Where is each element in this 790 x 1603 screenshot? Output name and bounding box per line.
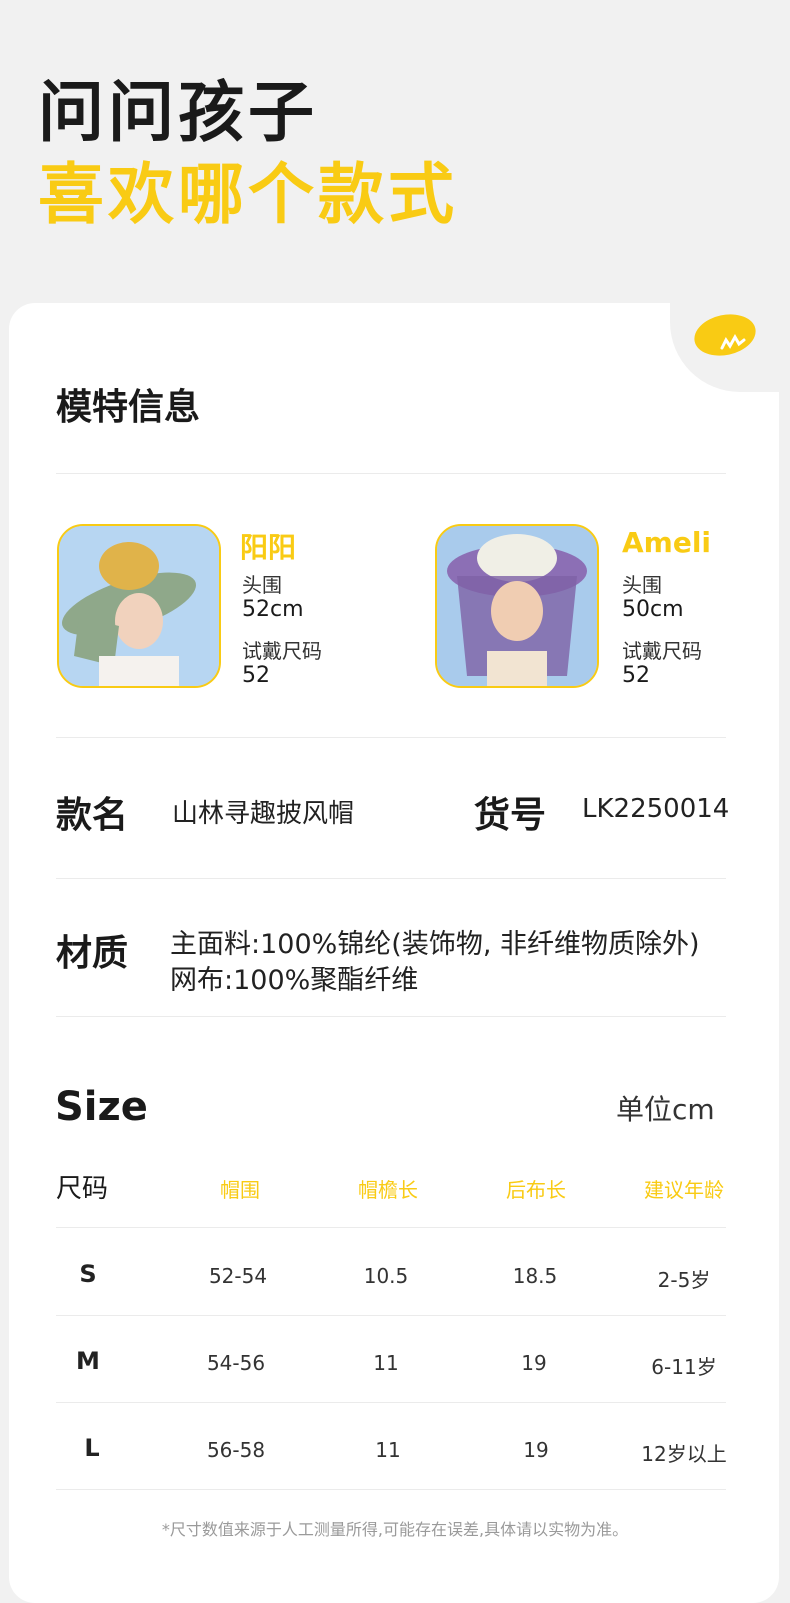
divider	[56, 878, 726, 879]
divider	[56, 1315, 726, 1316]
row-brim: 10.5	[363, 1264, 409, 1288]
row-circumference: 52-54	[208, 1264, 268, 1288]
row-back-cloth: 19	[521, 1351, 547, 1375]
model-size-label-2: 试戴尺码	[622, 639, 702, 663]
model-photo-boy	[57, 524, 221, 688]
product-name-label: 款名	[56, 795, 129, 836]
row-circumference: 54-56	[206, 1351, 266, 1375]
hero-line-2: 喜欢哪个款式	[38, 156, 458, 233]
row-age: 2-5岁	[657, 1268, 711, 1292]
row-back-cloth: 18.5	[512, 1264, 558, 1288]
model-size-value-1: 52	[242, 663, 270, 688]
mascot-icon	[694, 314, 756, 356]
divider	[56, 1402, 726, 1403]
product-name-value: 山林寻趣披风帽	[172, 799, 355, 829]
row-size: M	[76, 1347, 100, 1375]
table-header-age: 建议年龄	[644, 1178, 724, 1202]
size-title: Size	[55, 1084, 148, 1130]
model-size-label-1: 试戴尺码	[242, 639, 322, 663]
model-head-label-1: 头围	[242, 573, 282, 597]
divider	[56, 1016, 726, 1017]
model-name-2: Ameli	[622, 526, 712, 559]
row-size: S	[79, 1260, 97, 1288]
material-line-1: 主面料:100%锦纶(装饰物, 非纤维物质除外)	[170, 929, 700, 960]
divider	[56, 1227, 726, 1228]
footnote: *尺寸数值来源于人工测量所得,可能存在误差,具体请以实物为准。	[161, 1520, 629, 1539]
model-head-label-2: 头围	[622, 573, 662, 597]
material-line-2: 网布:100%聚酯纤维	[170, 965, 419, 996]
row-age: 6-11岁	[651, 1355, 717, 1379]
sku-label: 货号	[474, 795, 547, 836]
hero-heading: 问问孩子 喜欢哪个款式	[38, 72, 458, 236]
table-header-size: 尺码	[56, 1174, 109, 1204]
model-photo-girl	[435, 524, 599, 688]
row-circumference: 56-58	[206, 1438, 266, 1462]
divider	[56, 1489, 726, 1490]
model-size-value-2: 52	[622, 663, 650, 688]
table-header-back-cloth: 后布长	[506, 1178, 566, 1202]
divider	[56, 473, 726, 474]
table-header-circumference: 帽围	[220, 1178, 260, 1202]
model-section-title: 模特信息	[56, 387, 201, 428]
size-unit: 单位cm	[616, 1093, 715, 1126]
row-age: 12岁以上	[641, 1442, 727, 1466]
table-header-brim: 帽檐长	[358, 1178, 418, 1202]
model-head-value-1: 52cm	[242, 597, 304, 622]
sku-value: LK2250014	[582, 794, 730, 824]
model-head-value-2: 50cm	[622, 597, 684, 622]
model-name-1: 阳阳	[240, 531, 297, 564]
hero-line-1: 问问孩子	[38, 74, 318, 151]
divider	[56, 737, 726, 738]
material-label: 材质	[56, 933, 129, 974]
row-size: L	[84, 1434, 100, 1462]
row-back-cloth: 19	[523, 1438, 549, 1462]
row-brim: 11	[375, 1438, 401, 1462]
row-brim: 11	[373, 1351, 399, 1375]
